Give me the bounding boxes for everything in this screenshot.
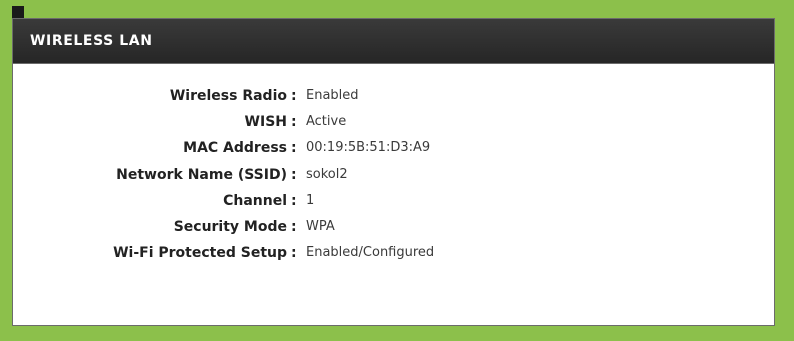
- info-label: Security Mode: [173, 218, 287, 235]
- info-value: WPA: [306, 218, 335, 234]
- info-row-channel: Channel : 1: [13, 193, 774, 219]
- info-label: Network Name (SSID): [116, 166, 287, 183]
- info-separator: :: [291, 166, 297, 183]
- info-row-security-mode: Security Mode : WPA: [13, 219, 774, 245]
- info-row-ssid: Network Name (SSID) : sokol2: [13, 167, 774, 193]
- panel-title: WIRELESS LAN: [30, 33, 153, 49]
- info-row-wish: WISH : Active: [13, 114, 774, 140]
- corner-marker: [12, 6, 24, 18]
- info-row-mac-address: MAC Address : 00:19:5B:51:D3:A9: [13, 140, 774, 166]
- info-value: Enabled: [306, 88, 359, 103]
- wireless-lan-panel: WIRELESS LAN Wireless Radio : Enabled WI…: [12, 18, 775, 326]
- wireless-info-table: Wireless Radio : Enabled WISH : Active M…: [13, 88, 774, 271]
- info-separator: :: [291, 88, 297, 104]
- info-separator: :: [291, 245, 297, 262]
- info-value: Enabled/Configured: [306, 245, 435, 261]
- info-value: 1: [306, 192, 315, 208]
- info-row-wps: Wi-Fi Protected Setup : Enabled/Configur…: [13, 245, 774, 271]
- info-label: MAC Address: [183, 140, 287, 157]
- info-separator: :: [291, 114, 297, 131]
- info-value: sokol2: [306, 166, 348, 182]
- info-label: WISH: [244, 114, 287, 131]
- info-separator: :: [291, 192, 297, 209]
- info-separator: :: [291, 218, 297, 235]
- panel-header: WIRELESS LAN: [13, 19, 774, 64]
- info-separator: :: [291, 140, 297, 157]
- info-label: Wireless Radio: [169, 88, 287, 104]
- info-value: Active: [306, 114, 347, 130]
- info-value: 00:19:5B:51:D3:A9: [306, 140, 431, 156]
- info-label: Channel: [223, 192, 287, 209]
- info-row-wireless-radio: Wireless Radio : Enabled: [13, 88, 774, 114]
- info-label: Wi-Fi Protected Setup: [113, 245, 287, 262]
- page-frame: WIRELESS LAN Wireless Radio : Enabled WI…: [0, 0, 794, 341]
